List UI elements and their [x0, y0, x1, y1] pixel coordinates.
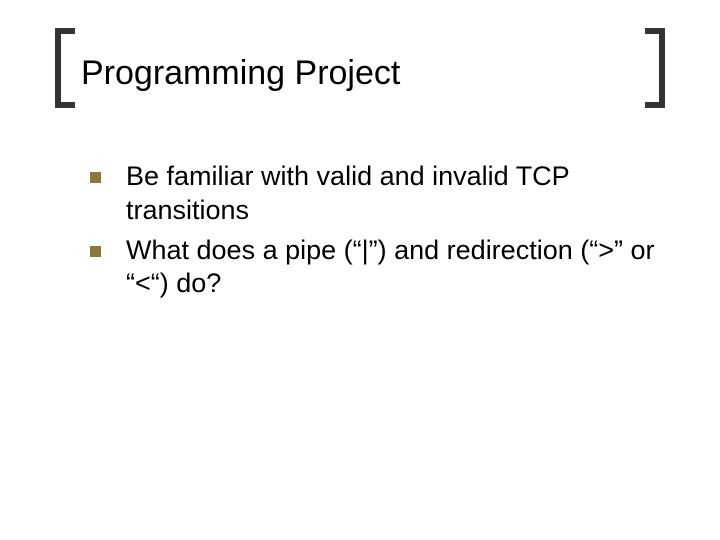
bracket-right-icon — [645, 28, 665, 108]
slide-title: Programming Project — [81, 54, 400, 93]
title-area: Programming Project — [55, 48, 665, 118]
bullet-square-icon — [90, 172, 101, 183]
slide-body: Be familiar with valid and invalid TCP t… — [90, 160, 660, 307]
list-item-text: What does a pipe (“|”) and redirection (… — [126, 235, 654, 299]
slide: Programming Project Be familiar with val… — [0, 0, 720, 540]
bullet-list: Be familiar with valid and invalid TCP t… — [90, 160, 660, 301]
bullet-square-icon — [90, 246, 101, 257]
list-item-text: Be familiar with valid and invalid TCP t… — [126, 161, 569, 225]
list-item: What does a pipe (“|”) and redirection (… — [90, 234, 660, 302]
list-item: Be familiar with valid and invalid TCP t… — [90, 160, 660, 228]
bracket-left-icon — [55, 28, 75, 108]
